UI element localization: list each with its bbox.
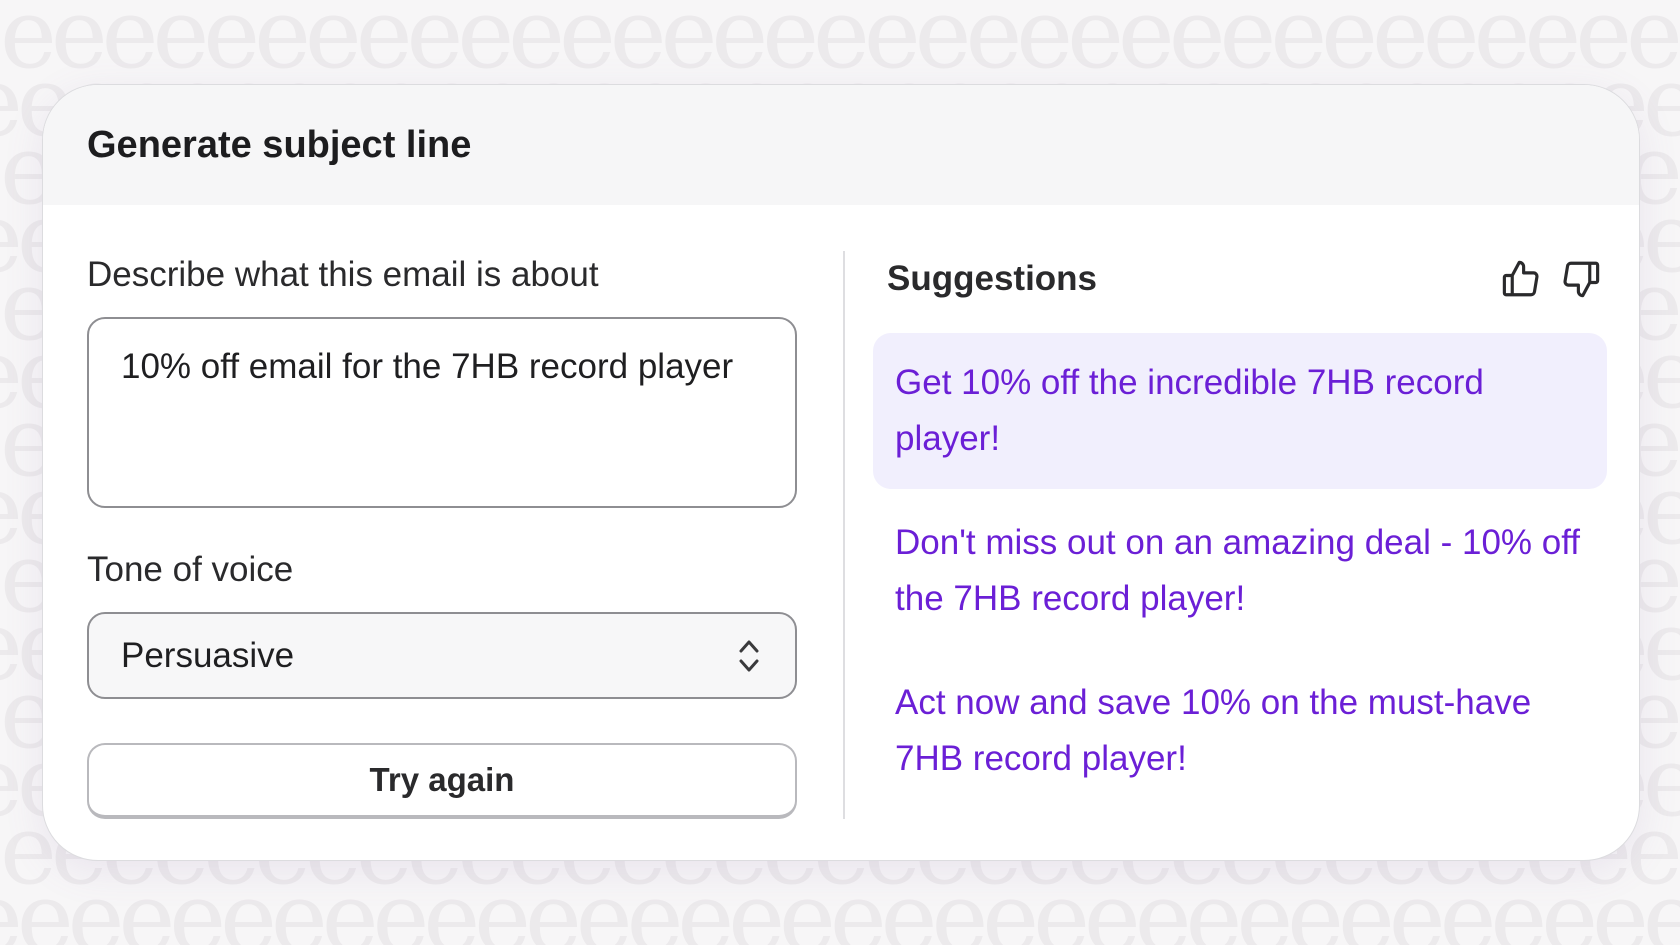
thumbs-down-icon[interactable]	[1560, 258, 1602, 300]
tone-label: Tone of voice	[87, 550, 294, 589]
column-divider	[843, 251, 845, 819]
thumbs-up-icon[interactable]	[1500, 258, 1542, 300]
suggestions-title: Suggestions	[887, 259, 1098, 298]
suggestions-header: Suggestions	[873, 251, 1608, 307]
description-label: Describe what this email is about	[87, 255, 599, 294]
chevron-up-down-icon	[739, 640, 759, 671]
card-header: Generate subject line	[43, 85, 1639, 205]
tone-select-value: Persuasive	[121, 635, 295, 675]
suggestions-list: Get 10% off the incredible 7HB record pl…	[873, 333, 1608, 809]
tone-select[interactable]: Persuasive	[87, 612, 797, 699]
suggestion-item[interactable]: Act now and save 10% on the must-have 7H…	[873, 653, 1608, 809]
subject-line-card: Generate subject line Describe what this…	[42, 84, 1640, 861]
form-column: Describe what this email is about 10% of…	[87, 255, 797, 819]
try-again-button[interactable]: Try again	[87, 743, 797, 819]
description-textarea[interactable]: 10% off email for the 7HB record player	[87, 317, 797, 508]
feedback-buttons	[1500, 258, 1608, 300]
card-title: Generate subject line	[87, 123, 472, 166]
suggestion-item[interactable]: Get 10% off the incredible 7HB record pl…	[873, 333, 1607, 489]
suggestions-column: Suggestions Get 10% off the incredible 7…	[873, 251, 1608, 813]
suggestion-item[interactable]: Don't miss out on an amazing deal - 10% …	[873, 493, 1608, 649]
